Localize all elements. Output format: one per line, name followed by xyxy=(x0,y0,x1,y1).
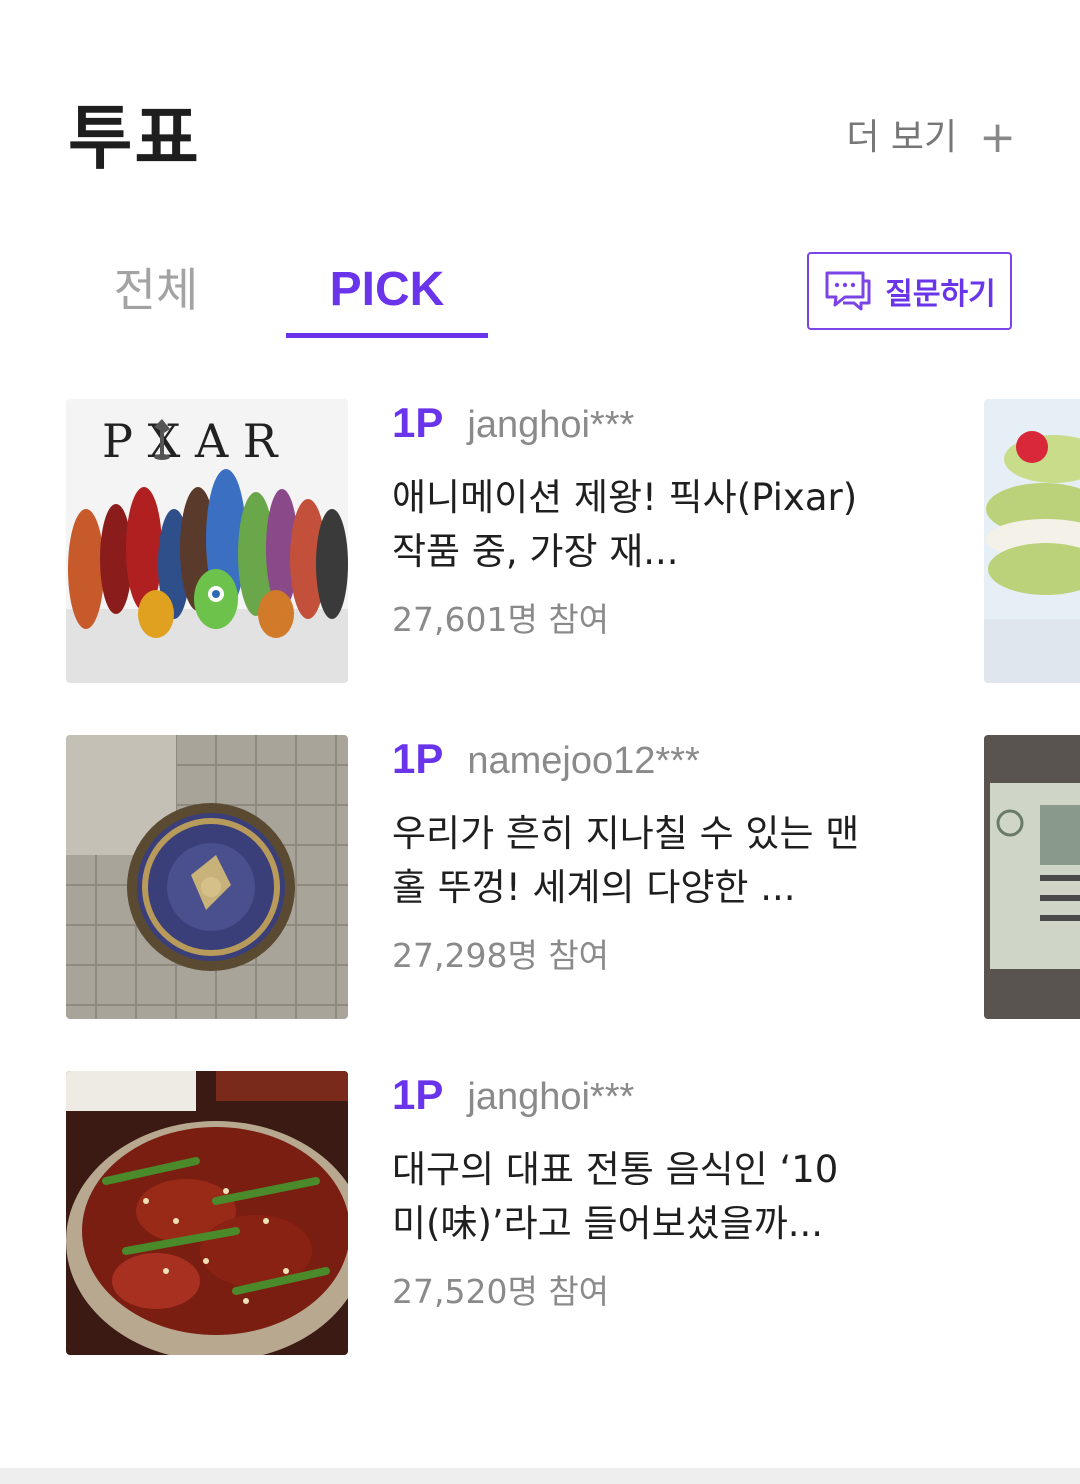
tab-pick[interactable]: PICK xyxy=(286,256,488,338)
poll-title[interactable]: 애니메이션 제왕! 픽사(Pixar) 작품 중, 가장 재... xyxy=(392,471,872,579)
poll-item[interactable]: P X A R 1P janghoi*** 애니메이션 제왕! 픽사(Pixar… xyxy=(66,399,966,683)
poll-title[interactable]: 대구의 대표 전통 음식인 ‘10미(味)’라고 들어보셨을까... xyxy=(392,1143,872,1251)
poll-participants: 27,520명 참여 xyxy=(392,1272,610,1311)
poll-author: janghoi*** xyxy=(467,404,635,446)
ask-question-label: 질문하기 xyxy=(885,277,996,312)
poll-author: janghoi*** xyxy=(467,1076,635,1118)
poll-rank: 1P xyxy=(392,1071,444,1118)
poll-item[interactable]: 1P namejoo12*** 우리가 흔히 지나칠 수 있는 맨홀 뚜껑! 세… xyxy=(66,735,966,1019)
active-tab-indicator xyxy=(286,333,488,338)
tab-all[interactable]: 전체 xyxy=(66,256,246,338)
plus-icon: + xyxy=(979,112,1016,163)
tab-bar: 전체 PICK xyxy=(66,256,526,338)
poll-thumbnail-food xyxy=(66,1071,348,1355)
poll-thumbnail-manhole xyxy=(66,735,348,1019)
bottom-divider xyxy=(0,1468,1080,1484)
poll-author: namejoo12*** xyxy=(467,740,700,782)
next-column-thumbnail[interactable] xyxy=(984,399,1080,683)
pixar-logo-text: P X A R xyxy=(102,414,279,468)
section-title: 투표 xyxy=(68,97,201,179)
chat-bubble-icon xyxy=(823,269,873,313)
poll-thumbnail-pixar: P X A R xyxy=(66,399,348,683)
poll-rank: 1P xyxy=(392,735,444,782)
poll-participants: 27,298명 참여 xyxy=(392,936,610,975)
poll-item[interactable]: 1P janghoi*** 대구의 대표 전통 음식인 ‘10미(味)’라고 들… xyxy=(66,1071,966,1355)
poll-meta: 1P namejoo12*** xyxy=(392,735,700,789)
tab-pick-label: PICK xyxy=(329,263,445,316)
poll-rank: 1P xyxy=(392,399,444,446)
poll-participants: 27,601명 참여 xyxy=(392,600,610,639)
more-link[interactable]: 더 보기 + xyxy=(846,112,1016,164)
poll-meta: 1P janghoi*** xyxy=(392,1071,634,1125)
poll-title[interactable]: 우리가 흔히 지나칠 수 있는 맨홀 뚜껑! 세계의 다양한 ... xyxy=(392,807,872,915)
more-label: 더 보기 xyxy=(846,117,958,158)
next-column-thumbnail[interactable] xyxy=(984,735,1080,1019)
poll-meta: 1P janghoi*** xyxy=(392,399,634,453)
ask-question-button[interactable]: 질문하기 xyxy=(807,252,1012,330)
